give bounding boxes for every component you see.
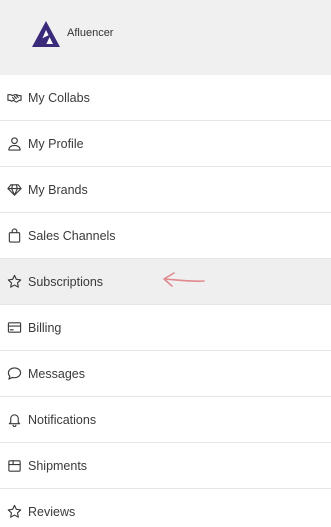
box-icon <box>6 458 22 474</box>
sidebar-item-label: My Collabs <box>28 90 90 105</box>
diamond-icon <box>6 182 22 198</box>
sidebar-header: Afluencer <box>0 0 331 75</box>
sidebar-item-my-collabs[interactable]: My Collabs <box>0 75 331 121</box>
star-icon <box>6 274 22 290</box>
bell-icon <box>6 412 22 428</box>
sidebar-item-label: Billing <box>28 320 62 335</box>
user-icon <box>6 136 22 152</box>
afluencer-logo[interactable] <box>31 20 61 48</box>
sidebar-item-shipments[interactable]: Shipments <box>0 443 331 489</box>
sidebar-item-label: Shipments <box>28 458 88 473</box>
app-sidebar: Afluencer My Collabs My Profile My Brand… <box>0 0 331 527</box>
sidebar-item-label: Notifications <box>28 412 97 427</box>
arrow-annotation-icon <box>163 272 205 287</box>
sidebar-item-label: Messages <box>28 366 85 381</box>
chat-bubble-icon <box>6 366 22 382</box>
sidebar-item-messages[interactable]: Messages <box>0 351 331 397</box>
sidebar-item-label: Subscriptions <box>28 274 104 289</box>
star-outline-icon <box>6 504 22 520</box>
sidebar-item-subscriptions[interactable]: Subscriptions <box>0 259 331 305</box>
sidebar-item-label: Reviews <box>28 504 76 519</box>
handshake-icon <box>6 90 22 106</box>
sidebar-menu: My Collabs My Profile My Brands Sales Ch… <box>0 75 331 527</box>
sidebar-item-sales-channels[interactable]: Sales Channels <box>0 213 331 259</box>
sidebar-item-billing[interactable]: Billing <box>0 305 331 351</box>
shopping-bag-icon <box>6 228 22 244</box>
credit-card-icon <box>6 320 22 336</box>
sidebar-item-my-brands[interactable]: My Brands <box>0 167 331 213</box>
sidebar-item-label: Sales Channels <box>28 228 116 243</box>
sidebar-item-reviews[interactable]: Reviews <box>0 489 331 527</box>
sidebar-item-my-profile[interactable]: My Profile <box>0 121 331 167</box>
sidebar-item-label: My Profile <box>28 136 84 151</box>
brand-name: Afluencer <box>67 27 114 39</box>
sidebar-item-label: My Brands <box>28 182 88 197</box>
sidebar-item-notifications[interactable]: Notifications <box>0 397 331 443</box>
